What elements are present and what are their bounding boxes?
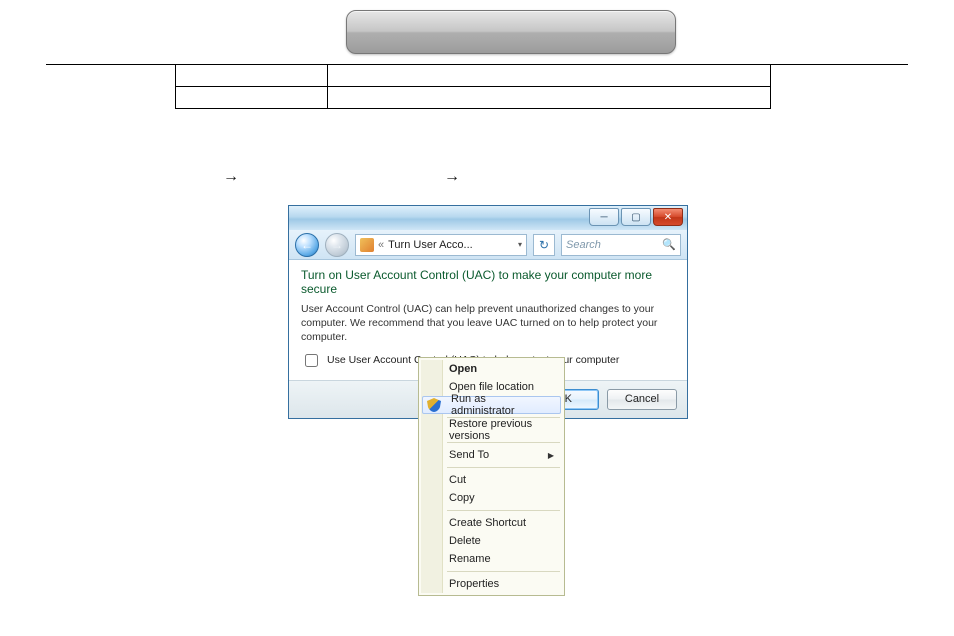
arrow-right-icon: →	[223, 168, 239, 186]
menu-item-label: Rename	[449, 553, 491, 565]
menu-item-cut[interactable]: Cut	[421, 471, 562, 489]
menu-item-label: Create Shortcut	[449, 517, 526, 529]
uac-heading: Turn on User Account Control (UAC) to ma…	[301, 268, 675, 296]
menu-item-properties[interactable]: Properties	[421, 575, 562, 593]
uac-checkbox[interactable]	[305, 354, 318, 367]
breadcrumb-dropdown-icon[interactable]: ▾	[518, 240, 522, 249]
table-row	[176, 86, 770, 108]
table-row	[176, 64, 770, 86]
arrow-right-icon: →	[444, 168, 460, 186]
arrow-left-icon: ←	[301, 238, 313, 252]
menu-item-label: Cut	[449, 474, 466, 486]
shield-icon	[427, 398, 441, 412]
address-bar[interactable]: « Turn User Acco... ▾	[355, 234, 527, 256]
table-cell	[328, 64, 770, 86]
menu-separator	[447, 510, 560, 511]
breadcrumb[interactable]: Turn User Acco...	[388, 239, 473, 251]
menu-item-label: Send To	[449, 449, 489, 461]
menu-item-delete[interactable]: Delete	[421, 532, 562, 550]
breadcrumb-separator: «	[378, 239, 384, 251]
back-button[interactable]: ←	[295, 233, 319, 257]
menu-item-label: Run as administrator	[451, 393, 552, 417]
refresh-button[interactable]: ↻	[533, 234, 555, 256]
menu-separator	[447, 571, 560, 572]
submenu-arrow-icon: ▶	[548, 451, 554, 460]
cancel-button-label: Cancel	[625, 393, 659, 405]
close-button[interactable]: ✕	[653, 208, 683, 226]
menu-item-label: Properties	[449, 578, 499, 590]
control-panel-icon	[360, 238, 374, 252]
blank-table	[175, 64, 771, 109]
search-input[interactable]: Search 🔍	[561, 234, 681, 256]
menu-item-copy[interactable]: Copy	[421, 489, 562, 507]
menu-item-label: Open file location	[449, 381, 534, 393]
menu-separator	[447, 442, 560, 443]
search-icon: 🔍	[662, 238, 676, 251]
table-cell	[176, 87, 328, 108]
table-cell	[176, 64, 328, 86]
refresh-icon: ↻	[539, 238, 549, 252]
menu-item-label: Restore previous versions	[449, 418, 554, 442]
menu-item-open[interactable]: Open	[421, 360, 562, 378]
menu-item-label: Delete	[449, 535, 481, 547]
menu-item-label: Open	[449, 363, 477, 375]
menu-item-create-shortcut[interactable]: Create Shortcut	[421, 514, 562, 532]
forward-button[interactable]: →	[325, 233, 349, 257]
menu-item-send-to[interactable]: Send To ▶	[421, 446, 562, 464]
maximize-button[interactable]: ▢	[621, 208, 651, 226]
menu-item-restore-previous-versions[interactable]: Restore previous versions	[421, 421, 562, 439]
uac-description: User Account Control (UAC) can help prev…	[301, 302, 675, 345]
menu-separator	[447, 467, 560, 468]
arrow-right-icon: →	[331, 238, 343, 252]
top-blank-button[interactable]	[346, 10, 676, 54]
menu-item-run-as-administrator[interactable]: Run as administrator	[422, 396, 561, 414]
search-placeholder: Search	[566, 239, 601, 251]
table-cell	[328, 87, 770, 108]
minimize-button[interactable]: ─	[589, 208, 619, 226]
menu-item-label: Copy	[449, 492, 475, 504]
cancel-button[interactable]: Cancel	[607, 389, 677, 410]
menu-item-rename[interactable]: Rename	[421, 550, 562, 568]
explorer-nav-row: ← → « Turn User Acco... ▾ ↻ Search 🔍	[289, 230, 687, 260]
window-titlebar: ─ ▢ ✕	[289, 206, 687, 230]
context-menu: Open Open file location Run as administr…	[418, 357, 565, 596]
